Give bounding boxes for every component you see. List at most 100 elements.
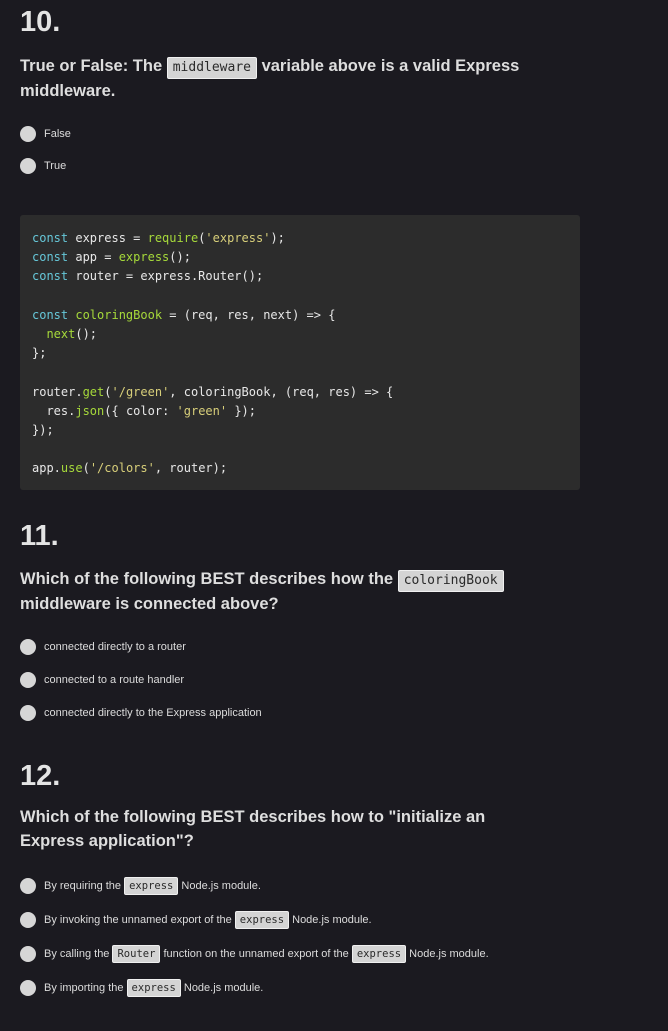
option-label: By calling the Router function on the un… [44, 945, 489, 963]
option-route-handler[interactable]: connected to a route handler [20, 668, 262, 692]
question-10-options: False True [20, 122, 71, 178]
prompt-text: middleware is connected above? [20, 595, 279, 613]
option-label: By requiring the express Node.js module. [44, 877, 261, 895]
question-12-options: By requiring the express Node.js module.… [20, 874, 489, 1000]
option-requiring[interactable]: By requiring the express Node.js module. [20, 874, 489, 898]
code-text: ( [104, 384, 112, 399]
code-keyword: const [32, 231, 69, 245]
code-text: app = [68, 250, 119, 265]
code-line: }); [32, 421, 568, 440]
code-line: const router = express.Router(); [32, 267, 568, 286]
option-label: connected to a route handler [44, 674, 185, 686]
inline-code-coloringbook: coloringBook [397, 570, 504, 592]
question-11-prompt: Which of the following BEST describes ho… [20, 567, 550, 616]
code-function: json [75, 403, 105, 418]
question-11-number: 11. [20, 520, 59, 552]
option-label: False [44, 128, 71, 140]
code-line: const app = express(); [32, 248, 568, 267]
radio-button[interactable] [20, 878, 36, 894]
code-keyword: const [32, 269, 69, 284]
option-label: connected directly to a router [44, 641, 186, 653]
option-false[interactable]: False [20, 122, 71, 146]
option-true[interactable]: True [20, 154, 71, 178]
label-text: By requiring the [44, 880, 125, 892]
option-importing[interactable]: By importing the express Node.js module. [20, 976, 489, 1000]
code-text: express = [68, 231, 148, 245]
radio-button[interactable] [20, 946, 36, 962]
code-text: router. [32, 384, 83, 399]
radio-button[interactable] [20, 126, 36, 142]
code-text: ); [270, 231, 285, 245]
prompt-text: True or False: The [20, 57, 167, 75]
radio-button[interactable] [20, 705, 36, 721]
code-string: '/colors' [89, 461, 155, 476]
code-text: (); [75, 326, 98, 341]
label-text: Node.js module. [406, 948, 489, 960]
code-line: next(); [32, 325, 568, 344]
code-line: app.use('/colors', router); [32, 459, 568, 478]
code-line: router.get('/green', coloringBook, (req,… [32, 383, 568, 402]
radio-button[interactable] [20, 912, 36, 928]
option-invoking[interactable]: By invoking the unnamed export of the ex… [20, 908, 489, 932]
label-text: Node.js module. [180, 982, 264, 994]
code-line: const coloringBook = (req, res, next) =>… [32, 306, 568, 325]
radio-button[interactable] [20, 158, 36, 174]
code-line: res.json({ color: 'green' }); [32, 402, 568, 421]
code-function: require [147, 231, 199, 245]
code-text: res. [32, 403, 76, 418]
code-text: app. [32, 461, 61, 476]
option-express-application[interactable]: connected directly to the Express applic… [20, 701, 262, 725]
radio-button[interactable] [20, 672, 36, 688]
code-text: router = express.Router(); [68, 269, 264, 284]
option-label: True [44, 160, 67, 172]
code-line: }; [32, 344, 568, 363]
code-text: = (req, res, next) => { [162, 307, 336, 322]
code-function: express [118, 250, 170, 265]
code-text: }; [32, 346, 47, 361]
option-router[interactable]: connected directly to a router [20, 635, 262, 659]
code-function: next [46, 326, 76, 341]
radio-button[interactable] [20, 639, 36, 655]
label-text: function on the unnamed export of the [160, 948, 352, 960]
code-text: }); [32, 422, 54, 437]
code-string: 'green' [176, 403, 228, 418]
question-10-prompt: True or False: The middleware variable a… [20, 54, 550, 103]
label-text: By invoking the unnamed export of the [44, 914, 235, 926]
label-text: By importing the [44, 982, 127, 994]
code-text: , coloringBook, (req, res) => { [169, 384, 394, 399]
option-label: connected directly to the Express applic… [44, 707, 262, 719]
code-line: const express = require('express'); [32, 229, 568, 248]
code-function: coloringBook [75, 307, 163, 322]
code-function: get [82, 384, 105, 399]
question-10-number: 10. [20, 6, 61, 38]
option-label: By importing the express Node.js module. [44, 979, 263, 997]
label-text: Node.js module. [178, 880, 261, 892]
label-text: Node.js module. [289, 914, 372, 926]
option-calling-router[interactable]: By calling the Router function on the un… [20, 942, 489, 966]
inline-code-express: express [351, 945, 407, 963]
inline-code-express: express [234, 911, 290, 929]
code-string: 'express' [205, 231, 271, 245]
inline-code-express: express [124, 877, 179, 895]
code-keyword: const [32, 307, 69, 322]
option-label: By invoking the unnamed export of the ex… [44, 911, 372, 929]
code-text: }); [227, 403, 256, 418]
inline-code-middleware: middleware [166, 57, 257, 79]
code-text: ({ color: [104, 403, 177, 418]
code-block: const express = require('express'); const… [20, 215, 580, 490]
inline-code-express: express [126, 979, 181, 997]
code-text: , router); [154, 461, 228, 476]
code-text: ( [82, 461, 90, 476]
question-12-prompt: Which of the following BEST describes ho… [20, 808, 486, 850]
label-text: By calling the [44, 948, 113, 960]
prompt-text: Which of the following BEST describes ho… [20, 570, 398, 588]
code-keyword: const [32, 250, 69, 265]
code-function: use [60, 461, 83, 476]
code-text: (); [169, 250, 191, 265]
question-11-options: connected directly to a router connected… [20, 635, 262, 725]
radio-button[interactable] [20, 980, 36, 996]
